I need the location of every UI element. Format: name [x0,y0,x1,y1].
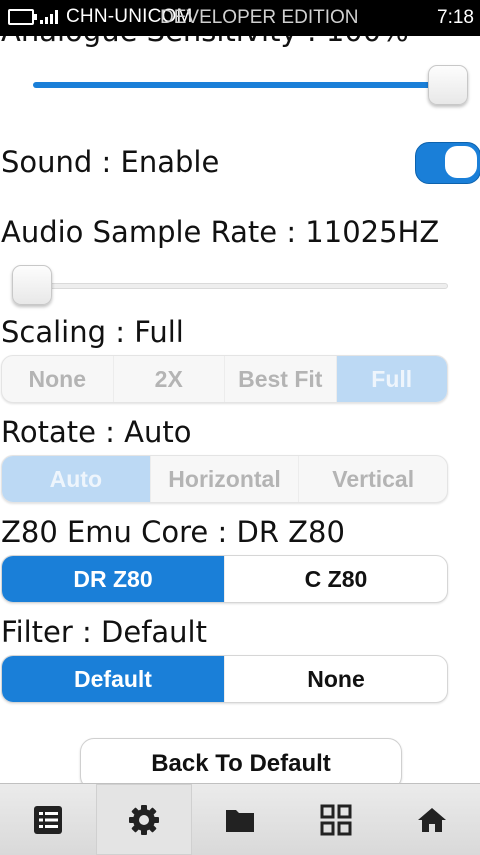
signal-icon [40,10,58,24]
home-icon [418,807,446,832]
z80-core-label: Z80 Emu Core : DR Z80 [1,515,345,549]
bottom-toolbar [0,783,480,855]
z80-option-c-z80[interactable]: C Z80 [225,556,447,602]
status-bar: CHN-UNICOM DEVELOPER EDITION 7:18 [0,0,480,36]
rotate-option-vertical[interactable]: Vertical [299,456,447,502]
z80-option-dr-z80[interactable]: DR Z80 [2,556,225,602]
filter-segmented-control: Default None [1,655,448,703]
gear-icon [129,804,159,835]
scaling-label: Scaling : Full [1,315,184,349]
scaling-option-2x[interactable]: 2X [114,356,225,402]
sound-label: Sound : Enable [1,145,220,179]
scaling-option-full[interactable]: Full [336,356,447,402]
toolbar-folder-button[interactable] [192,784,288,855]
rotate-option-horizontal[interactable]: Horizontal [151,456,300,502]
back-to-default-button[interactable]: Back To Default [80,738,402,783]
sound-toggle-knob [445,146,477,178]
toolbar-list-button[interactable] [0,784,96,855]
filter-option-default[interactable]: Default [2,656,225,702]
grid-icon [320,804,352,835]
sound-toggle[interactable] [415,142,480,184]
filter-option-none[interactable]: None [225,656,447,702]
scaling-segmented-control: None 2X Best Fit Full [1,355,448,403]
toolbar-grid-button[interactable] [288,784,384,855]
clock: 7:18 [437,7,474,28]
rotate-segmented-control: Auto Horizontal Vertical [1,455,448,503]
edition-label: DEVELOPER EDITION [160,7,359,28]
folder-icon [226,809,254,832]
scaling-option-best-fit[interactable]: Best Fit [225,356,337,402]
audio-sample-rate-label: Audio Sample Rate : 11025HZ [1,215,440,249]
scaling-option-none[interactable]: None [2,356,114,402]
analogue-slider-track [33,82,443,88]
filter-label: Filter : Default [1,615,207,649]
z80-core-segmented-control: DR Z80 C Z80 [1,555,448,603]
audio-slider-knob[interactable] [12,265,52,305]
list-icon [34,805,62,834]
battery-icon [8,9,37,25]
rotate-option-auto[interactable]: Auto [2,456,151,502]
toolbar-home-button[interactable] [384,784,480,855]
audio-slider-track [14,283,448,289]
rotate-label: Rotate : Auto [1,415,192,449]
analogue-slider-knob[interactable] [428,65,468,105]
settings-content: Analogue Sensitivity : 100% Sound : Enab… [0,0,480,783]
toolbar-settings-button[interactable] [96,784,192,855]
